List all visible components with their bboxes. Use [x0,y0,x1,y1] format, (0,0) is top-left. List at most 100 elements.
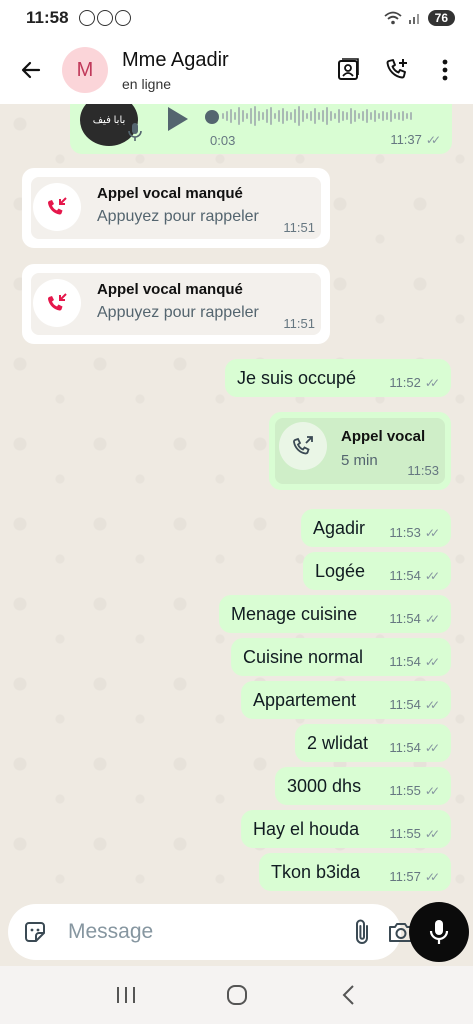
message-time: 11:52 [389,375,421,390]
waveform-bar [286,111,288,121]
waveform-bar [326,107,328,125]
waveform-bar [246,113,248,119]
waveform-bar [270,107,272,125]
play-icon[interactable] [166,106,190,132]
chat-area[interactable]: بابا فيف 0:03 11:37 ✓✓ Appel vocal manqu… [0,104,473,900]
message-meta: 11:37 ✓✓ [390,132,441,147]
waveform-bar [410,112,412,120]
message-time: 11:51 [283,220,315,235]
waveform-bar [318,112,320,120]
wifi-icon [384,11,402,25]
contact-info[interactable]: Mme Agadir en ligne [122,49,229,92]
message-bubble[interactable]: Appartement 11:54 ✓✓ [241,681,451,719]
message-time: 11:54 [389,740,421,755]
waveform-bar [338,109,340,123]
waveform-bar [406,113,408,119]
playback-position[interactable] [205,110,219,124]
mic-button[interactable] [409,902,469,962]
message-meta: 11:54 ✓✓ [389,740,440,755]
message-bubble[interactable]: Je suis occupé 11:52 ✓✓ [225,359,451,397]
double-check-icon: ✓✓ [425,132,441,147]
call-duration: 5 min [341,452,378,469]
message-text: Logée [315,561,366,581]
message-text: Cuisine normal [243,647,364,667]
message-time: 11:54 [389,654,421,669]
message-bubble[interactable]: Logée 11:54 ✓✓ [303,552,451,590]
missed-call-message[interactable]: Appel vocal manqué Appuyez pour rappeler… [22,168,330,248]
waveform-bar [294,109,296,123]
nav-back-icon[interactable] [328,975,368,1015]
arrow-left-icon[interactable] [16,55,46,85]
waveform-bar [398,112,400,120]
double-check-icon: ✓✓ [424,611,440,626]
waveform-bar [402,111,404,121]
home-icon[interactable] [217,975,257,1015]
double-check-icon: ✓✓ [424,654,440,669]
message-bubble[interactable]: Agadir 11:53 ✓✓ [301,509,451,547]
message-meta: 11:53 [407,463,439,478]
waveform-bar [322,110,324,122]
sticker-icon[interactable] [22,917,48,947]
waveform-bar [358,113,360,119]
message-text: Menage cuisine [231,604,358,624]
composer-bar [0,900,473,966]
waveform-bar [222,113,224,119]
waveform-bar [374,110,376,122]
waveform-bar [254,106,256,126]
waveform-bar [258,111,260,121]
add-call-icon[interactable] [383,56,411,84]
message-meta: 11:55 ✓✓ [389,826,440,841]
message-bubble[interactable]: 3000 dhs 11:55 ✓✓ [275,767,451,805]
waveform-bar [346,112,348,120]
call-title: Appel vocal [341,428,426,445]
outgoing-call-icon [279,422,327,470]
more-vert-icon[interactable] [431,56,459,84]
message-bubble[interactable]: Hay el houda 11:55 ✓✓ [241,810,451,848]
message-meta: 11:51 [283,220,315,235]
paperclip-icon[interactable] [353,917,373,947]
message-bubble[interactable]: Menage cuisine 11:54 ✓✓ [219,595,451,633]
waveform-bar [250,108,252,124]
mic-badge-icon [128,123,142,141]
waveform-bar [230,109,232,123]
missed-call-icon [33,183,81,231]
voice-duration: 0:03 [210,133,236,148]
message-text: Hay el houda [253,819,360,839]
message-bubble[interactable]: 2 wlidat 11:54 ✓✓ [295,724,451,762]
waveform-bar [238,107,240,125]
voice-waveform[interactable] [222,104,432,128]
waveform-bar [394,113,396,119]
missed-call-message[interactable]: Appel vocal manqué Appuyez pour rappeler… [22,264,330,344]
whatsapp-notif-icon [114,10,131,26]
voice-call-message[interactable]: Appel vocal 5 min 11:53 [269,412,451,490]
double-check-icon: ✓✓ [424,826,440,841]
waveform-bar [362,111,364,121]
message-meta: 11:54 ✓✓ [389,611,440,626]
message-time: 11:53 [407,463,439,478]
waveform-bar [342,111,344,121]
waveform-bar [290,112,292,120]
voice-message[interactable]: بابا فيف 0:03 11:37 ✓✓ [70,104,452,154]
waveform-bar [278,110,280,122]
call-subtitle: Appuyez pour rappeler [97,208,259,225]
contact-name: Mme Agadir [122,48,229,71]
call-subtitle: Appuyez pour rappeler [97,304,259,321]
double-check-icon: ✓✓ [424,697,440,712]
message-meta: 11:52 ✓✓ [389,375,440,390]
double-check-icon: ✓✓ [424,783,440,798]
message-bubble[interactable]: Tkon b3ida 11:57 ✓✓ [259,853,451,891]
composer-pill [8,904,413,960]
waveform-bar [306,113,308,119]
missed-call-icon [33,279,81,327]
message-bubble[interactable]: Cuisine normal 11:54 ✓✓ [231,638,451,676]
avatar[interactable]: M [62,47,108,93]
battery-indicator: 76 [427,10,455,26]
system-nav-bar [0,966,473,1024]
recents-icon[interactable] [106,975,146,1015]
waveform-bar [302,110,304,122]
contact-card-icon[interactable] [335,56,363,84]
message-time: 11:54 [389,697,421,712]
message-meta: 11:53 ✓✓ [389,525,440,540]
message-time: 11:57 [389,869,421,884]
message-input[interactable] [68,920,339,944]
